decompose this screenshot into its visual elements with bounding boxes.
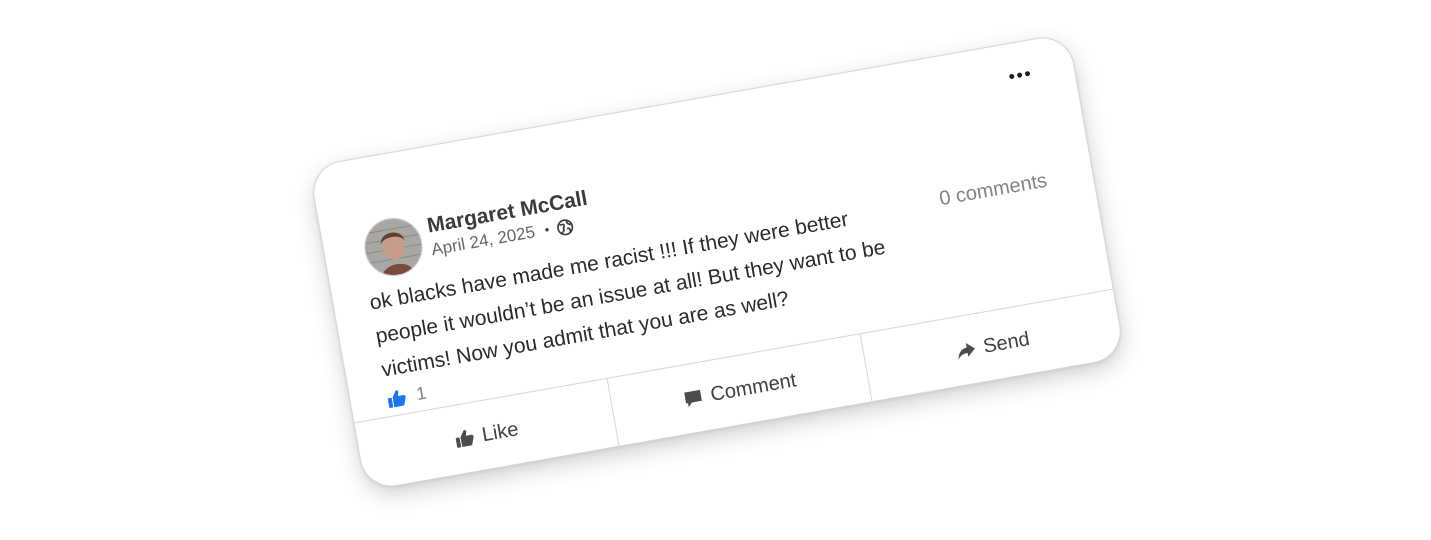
like-label: Like bbox=[480, 417, 521, 446]
globe-icon bbox=[556, 217, 576, 237]
thumbs-up-icon bbox=[453, 427, 476, 450]
more-dot-icon bbox=[1016, 71, 1022, 78]
avatar-photo-icon bbox=[361, 214, 426, 280]
send-button[interactable]: Send bbox=[859, 289, 1125, 402]
send-label: Send bbox=[981, 327, 1032, 358]
comment-button[interactable]: Comment bbox=[606, 334, 872, 446]
share-arrow-icon bbox=[954, 339, 977, 362]
more-options-button[interactable] bbox=[1003, 62, 1036, 87]
meta-separator: • bbox=[543, 221, 551, 238]
more-dot-icon bbox=[1024, 70, 1030, 77]
header-text: Margaret McCall April 24, 2025 • bbox=[425, 186, 593, 261]
comments-count-link[interactable]: 0 comments bbox=[938, 170, 1049, 212]
reaction-count: 1 bbox=[414, 382, 428, 405]
comment-label: Comment bbox=[708, 368, 798, 406]
page-stage: Margaret McCall April 24, 2025 • ok blac… bbox=[0, 0, 1431, 540]
post-card: Margaret McCall April 24, 2025 • ok blac… bbox=[308, 32, 1126, 492]
reactions-summary[interactable]: 1 bbox=[385, 383, 428, 411]
more-dot-icon bbox=[1008, 73, 1015, 79]
thumbs-up-icon bbox=[385, 387, 408, 410]
avatar[interactable] bbox=[359, 213, 428, 281]
comment-bubble-icon bbox=[681, 387, 704, 410]
